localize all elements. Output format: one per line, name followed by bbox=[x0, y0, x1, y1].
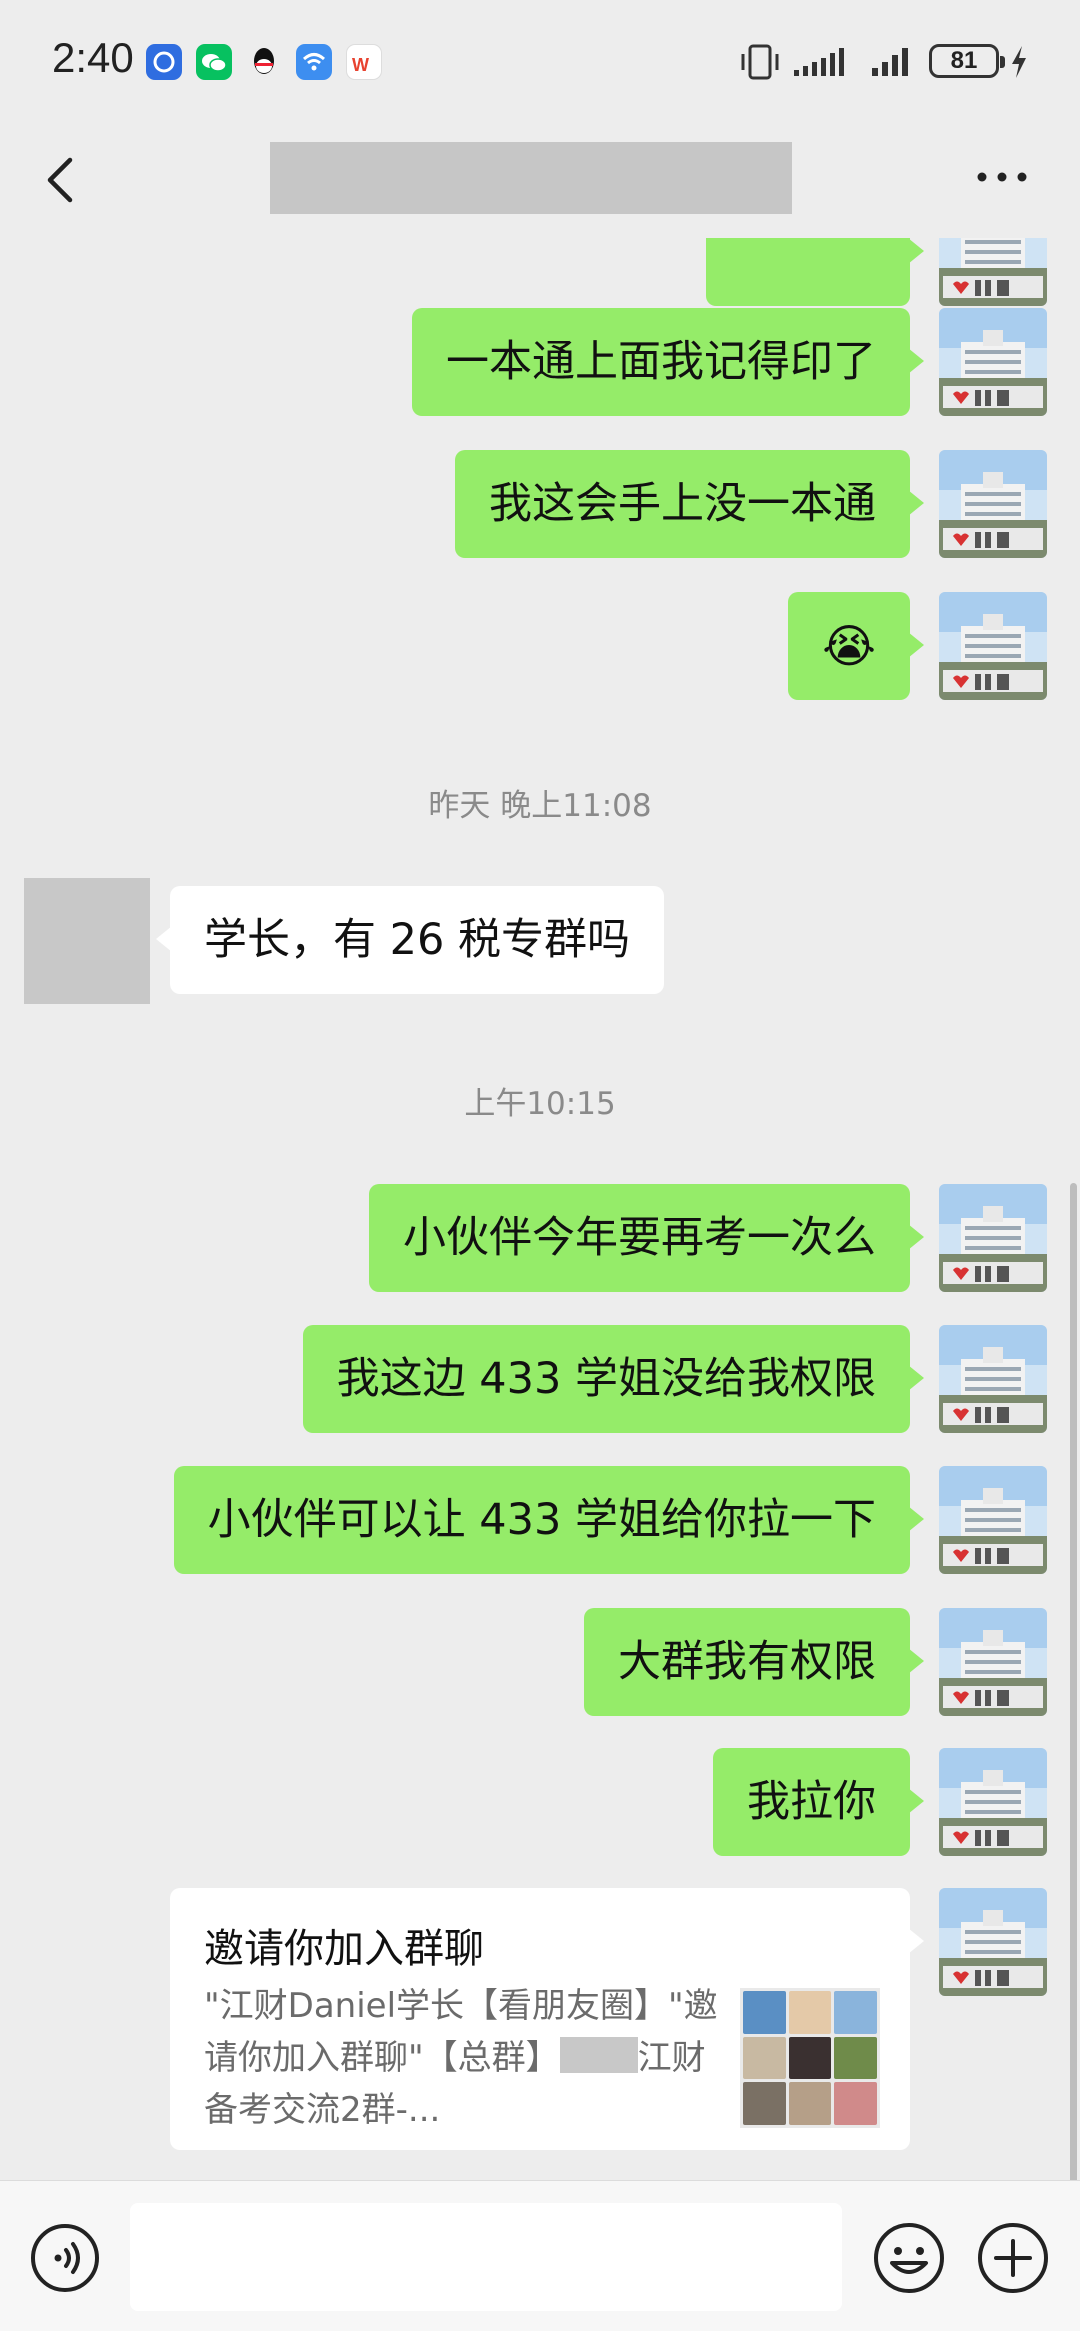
message-bubble[interactable]: 我这边 433 学姐没给我权限 bbox=[302, 1325, 925, 1433]
avatar-image bbox=[939, 238, 1047, 306]
invite-card-description: "江财Daniel学长【看朋友圈】"邀请你加入群聊"【总群】 江财备考交流2群-.… bbox=[204, 1980, 724, 2136]
avatar-image bbox=[939, 592, 1047, 700]
message-list[interactable]: 一本通上面我记得印了 我这会手上没一本通 😭 昨天 晚上11:08 学长，有 2… bbox=[0, 238, 1080, 2180]
qq-icon bbox=[246, 44, 282, 80]
scrollbar[interactable] bbox=[1070, 1183, 1077, 2180]
input-bar bbox=[0, 2180, 1080, 2331]
avatar[interactable] bbox=[939, 1608, 1047, 1716]
vibrate-icon bbox=[741, 44, 779, 80]
voice-icon[interactable] bbox=[30, 2223, 100, 2293]
avatar[interactable] bbox=[939, 308, 1047, 416]
message-bubble[interactable]: 大群我有权限 bbox=[584, 1608, 924, 1716]
timestamp: 上午10:15 bbox=[464, 1086, 616, 1122]
avatar-image bbox=[939, 1888, 1047, 1996]
message-bubble[interactable] bbox=[706, 238, 924, 306]
signal-icon bbox=[794, 48, 844, 76]
message-bubble[interactable]: 我拉你 bbox=[713, 1748, 924, 1856]
avatar-image bbox=[939, 1608, 1047, 1716]
message-bubble[interactable]: 学长，有 26 税专群吗 bbox=[155, 886, 665, 994]
avatar[interactable] bbox=[939, 1325, 1047, 1433]
avatar-image bbox=[939, 1184, 1047, 1292]
emoji-icon[interactable] bbox=[872, 2221, 946, 2295]
message-bubble[interactable]: 一本通上面我记得印了 bbox=[412, 308, 924, 416]
avatar[interactable] bbox=[939, 1466, 1047, 1574]
group-avatar-grid bbox=[740, 1988, 880, 2128]
avatar-image bbox=[939, 308, 1047, 416]
signal-icon-2 bbox=[872, 48, 908, 76]
plus-icon[interactable] bbox=[976, 2221, 1050, 2295]
wps-icon: W bbox=[346, 44, 382, 80]
avatar[interactable] bbox=[939, 238, 1047, 306]
charging-icon bbox=[1012, 46, 1026, 78]
group-invite-card[interactable]: 邀请你加入群聊 "江财Daniel学长【看朋友圈】"邀请你加入群聊"【总群】 江财… bbox=[170, 1888, 924, 2150]
message-bubble[interactable]: 😭 bbox=[788, 592, 924, 700]
avatar-image bbox=[939, 1325, 1047, 1433]
avatar-image bbox=[939, 1748, 1047, 1856]
battery-indicator: 81 bbox=[929, 44, 1005, 78]
redacted-text bbox=[559, 2037, 638, 2073]
avatar-image bbox=[939, 1466, 1047, 1574]
message-bubble[interactable]: 小伙伴可以让 433 学姐给你拉一下 bbox=[173, 1466, 925, 1574]
baidu-netdisk-icon bbox=[146, 44, 182, 80]
avatar[interactable] bbox=[939, 1748, 1047, 1856]
avatar[interactable] bbox=[24, 878, 150, 1004]
svg-text:W: W bbox=[352, 55, 369, 75]
avatar[interactable] bbox=[939, 1888, 1047, 1996]
chevron-left-icon[interactable] bbox=[36, 150, 86, 210]
message-bubble[interactable]: 我这会手上没一本通 bbox=[455, 450, 924, 558]
chat-header bbox=[0, 120, 1080, 238]
wifi-app-icon bbox=[296, 44, 332, 80]
message-bubble[interactable]: 小伙伴今年要再考一次么 bbox=[369, 1184, 924, 1292]
avatar[interactable] bbox=[939, 1184, 1047, 1292]
avatar[interactable] bbox=[939, 450, 1047, 558]
timestamp: 昨天 晚上11:08 bbox=[428, 788, 652, 824]
more-dots-icon[interactable] bbox=[972, 162, 1032, 192]
avatar[interactable] bbox=[939, 592, 1047, 700]
invite-card-title: 邀请你加入群聊 bbox=[204, 1926, 484, 1972]
message-input[interactable] bbox=[130, 2203, 842, 2311]
chat-title-redacted bbox=[270, 142, 792, 214]
status-time: 2:40 bbox=[52, 34, 134, 81]
wechat-icon bbox=[196, 44, 232, 80]
avatar-image bbox=[939, 450, 1047, 558]
status-bar: 2:40 W 81 bbox=[0, 0, 1080, 120]
